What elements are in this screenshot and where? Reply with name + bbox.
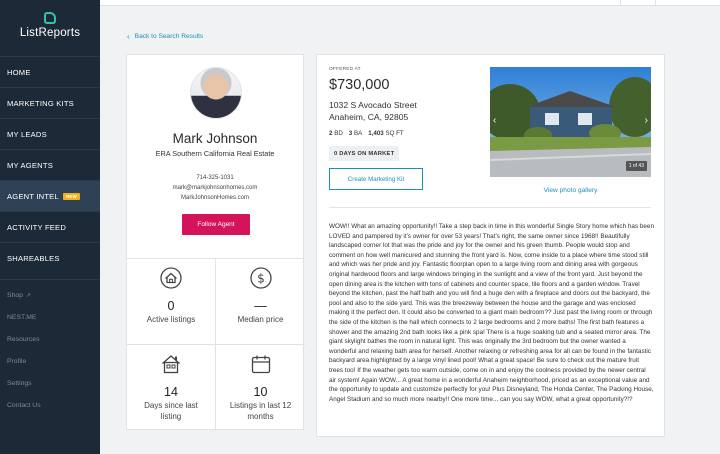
nav-item-label: MY AGENTS <box>7 160 53 170</box>
nav-item-agent-intel[interactable]: AGENT INTEL NEW <box>0 180 100 211</box>
nav-item-label: MY LEADS <box>7 129 47 139</box>
top-bar-divider <box>620 0 621 6</box>
address-line-1: 1032 S Avocado Street <box>329 100 417 110</box>
back-to-search-link[interactable]: ‹ Back to Search Results <box>127 32 203 41</box>
nav-item-label: MARKETING KITS <box>7 98 74 108</box>
sqft-spec: 1,403 SQ FT <box>368 130 403 137</box>
logo[interactable]: ListReports <box>0 0 100 48</box>
stat-label: Median price <box>237 315 284 324</box>
listing-description: WOW!! What an amazing opportunity!! Take… <box>329 223 654 403</box>
stat-active-listings: 0 Active listings <box>127 259 216 345</box>
photo-counter: 1 of 43 <box>625 161 647 171</box>
photo-prev-icon[interactable]: ‹ <box>493 115 496 126</box>
agent-name: Mark Johnson <box>172 131 258 146</box>
listing-card: OFFERED AT $730,000 1032 S Avocado Stree… <box>316 54 665 437</box>
listing-photo[interactable]: ‹ › 1 of 43 <box>490 67 651 177</box>
nav-item-label: SHAREABLES <box>7 253 60 263</box>
new-badge: NEW <box>62 192 80 200</box>
agent-avatar <box>190 67 242 119</box>
top-bar <box>100 0 720 6</box>
nav-item-label: HOME <box>7 67 31 77</box>
nav-sub-label: Contact Us <box>7 401 41 409</box>
agent-website[interactable]: MarkJohnsonHomes.com <box>127 195 303 201</box>
agent-stats: 0 Active listings $ — Median price 14 Da… <box>127 258 305 431</box>
nav-sub-contact-us[interactable]: Contact Us <box>0 394 100 416</box>
beds-unit: BD <box>334 130 343 137</box>
chevron-left-icon: ‹ <box>127 32 130 41</box>
stat-label: Days since last listing <box>144 401 198 421</box>
house-icon <box>127 353 215 375</box>
agent-company: ERA Southern California Real Estate <box>155 149 275 158</box>
stat-value: — <box>254 299 267 313</box>
beds-spec: 2 BD <box>329 130 343 137</box>
nav-item-activity-feed[interactable]: ACTIVITY FEED <box>0 211 100 242</box>
baths-spec: 3 BA <box>349 130 362 137</box>
dollar-circle-icon: $ <box>216 267 305 289</box>
nav-sub-label: NEST.ME <box>7 313 37 321</box>
divider <box>329 207 651 208</box>
nav-sub-settings[interactable]: Settings <box>0 372 100 394</box>
external-link-icon: ↗ <box>25 292 31 299</box>
listing-house-icon <box>127 267 215 289</box>
nav-sub-profile[interactable]: Profile <box>0 350 100 372</box>
stat-value: 10 <box>253 385 268 399</box>
top-bar-divider <box>655 0 656 6</box>
listing-price: $730,000 <box>329 77 390 93</box>
stat-listings-12-months: 10 Listings in last 12 months <box>216 345 305 431</box>
photo-next-icon[interactable]: › <box>645 115 648 126</box>
calendar-icon <box>216 353 305 375</box>
nav-item-my-leads[interactable]: MY LEADS <box>0 118 100 149</box>
days-on-market-badge: 0 DAYS ON MARKET <box>329 146 400 161</box>
stat-label: Active listings <box>146 315 196 324</box>
nav-sub-shop[interactable]: Shop ↗ <box>0 284 100 306</box>
nav-sub-label: Resources <box>7 335 40 343</box>
sqft-unit: SQ FT <box>385 130 404 137</box>
nav-item-label: AGENT INTEL <box>7 191 59 201</box>
stat-median-price: $ — Median price <box>216 259 305 345</box>
nav-sub-resources[interactable]: Resources <box>0 328 100 350</box>
create-marketing-kit-button[interactable]: Create Marketing Kit <box>329 168 423 190</box>
logo-text: ListReports <box>19 26 81 39</box>
agent-email[interactable]: mark@markjohnsonhomes.com <box>127 185 303 191</box>
listreports-logo-icon <box>44 11 56 24</box>
sidebar: ListReports HOME MARKETING KITS MY LEADS… <box>0 0 100 454</box>
stat-value: 0 <box>167 299 175 313</box>
nav-sub-label: Shop <box>7 291 23 299</box>
main-nav: HOME MARKETING KITS MY LEADS MY AGENTS A… <box>0 56 100 273</box>
nav-item-marketing-kits[interactable]: MARKETING KITS <box>0 87 100 118</box>
baths-unit: BA <box>353 130 363 137</box>
back-link-label: Back to Search Results <box>134 33 204 40</box>
nav-sub-label: Settings <box>7 379 32 387</box>
stat-days-since-listing: 14 Days since last listing <box>127 345 216 431</box>
beds-value: 2 <box>329 130 333 137</box>
nav-sub-label: Profile <box>7 357 27 365</box>
view-photo-gallery-link[interactable]: View photo gallery <box>490 187 651 194</box>
offered-at-label: OFFERED AT <box>329 67 361 72</box>
svg-text:$: $ <box>257 272 265 286</box>
address-line-2: Anaheim, CA, 92805 <box>329 112 409 122</box>
agent-card: Mark Johnson ERA Southern California Rea… <box>126 54 305 431</box>
stat-value: 14 <box>164 385 178 399</box>
nav-item-shareables[interactable]: SHAREABLES <box>0 242 100 273</box>
secondary-nav: Shop ↗ NEST.ME Resources Profile Settings… <box>0 279 100 416</box>
baths-value: 3 <box>348 130 353 137</box>
nav-sub-nest-me[interactable]: NEST.ME <box>0 306 100 328</box>
listing-specs: 2 BD 3 BA 1,403 SQ FT <box>329 130 404 137</box>
nav-item-my-agents[interactable]: MY AGENTS <box>0 149 100 180</box>
stat-label: Listings in last 12 months <box>229 401 292 421</box>
nav-item-label: ACTIVITY FEED <box>7 222 67 232</box>
agent-phone[interactable]: 714-325-1031 <box>127 175 303 181</box>
nav-item-home[interactable]: HOME <box>0 56 100 87</box>
follow-agent-button[interactable]: Follow Agent <box>182 214 250 235</box>
sqft-value: 1,403 <box>368 130 384 137</box>
